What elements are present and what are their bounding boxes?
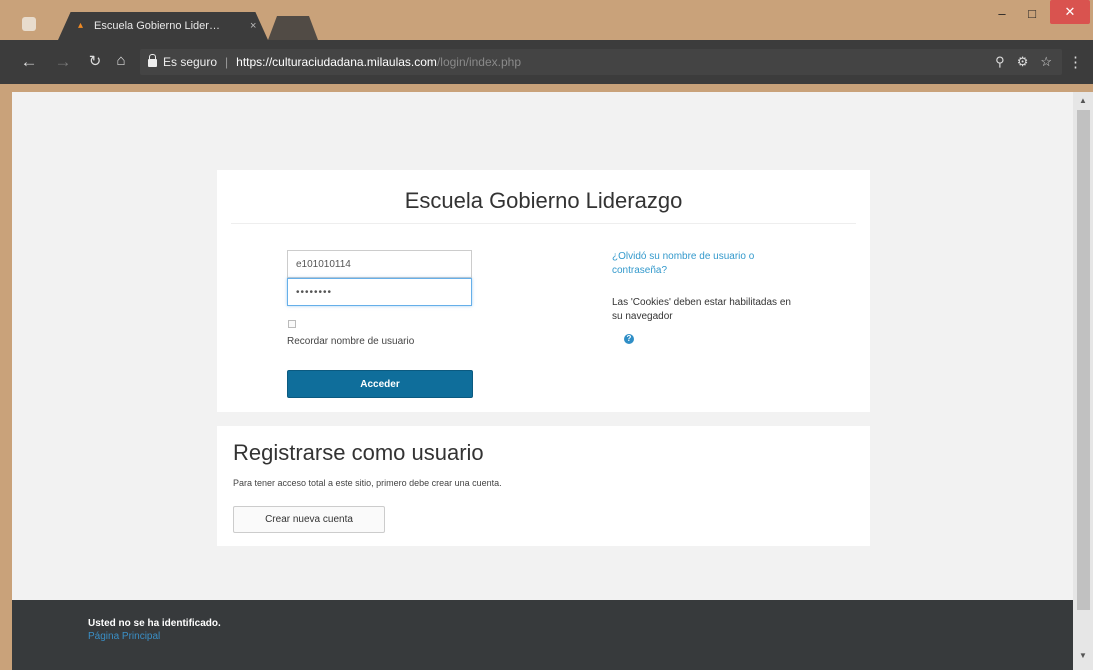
browser-tab-active[interactable]: ▴ Escuela Gobierno Lider… × (58, 12, 268, 40)
new-tab-button[interactable] (268, 16, 318, 40)
scrollbar-thumb[interactable] (1077, 110, 1090, 610)
reload-icon[interactable]: ↻ (84, 52, 106, 70)
back-icon[interactable]: ← (18, 52, 40, 72)
browser-toolbar: ← → ↻ ⌂ Es seguro | https://culturaciuda… (0, 40, 1093, 92)
menu-icon[interactable]: ⋮ (1068, 53, 1083, 71)
signup-description: Para tener acceso total a este sitio, pr… (233, 478, 502, 488)
address-bar-actions: ⚲ ⚙ ☆ (995, 54, 1052, 70)
site-title: Escuela Gobierno Liderazgo (404, 188, 683, 213)
search-icon[interactable]: ⚲ (995, 54, 1005, 70)
login-card: Escuela Gobierno Liderazgo e101010114 ••… (217, 170, 870, 412)
secure-label: Es seguro (163, 55, 218, 69)
tab-close-icon[interactable]: × (250, 20, 268, 32)
minimize-button[interactable]: – (987, 0, 1017, 26)
username-input[interactable]: e101010114 (287, 250, 472, 278)
scroll-up-arrow-icon[interactable]: ▲ (1079, 96, 1087, 105)
close-window-button[interactable]: ✕ (1050, 0, 1090, 24)
password-input[interactable]: •••••••• (287, 278, 472, 306)
lock-icon (148, 54, 157, 67)
signup-card: Registrarse como usuario Para tener acce… (217, 426, 870, 546)
divider (231, 223, 856, 224)
address-bar[interactable]: Es seguro | https://culturaciudadana.mil… (140, 49, 1062, 75)
url-path: /login/index.php (436, 55, 522, 69)
remember-username-checkbox[interactable] (288, 320, 296, 328)
browser-logo-icon (22, 17, 36, 31)
create-account-button[interactable]: Crear nueva cuenta (233, 506, 385, 533)
tab-title: Escuela Gobierno Lider… (94, 20, 220, 32)
window-titlebar: ▴ Escuela Gobierno Lider… × – □ ✕ (0, 0, 1093, 40)
help-icon[interactable]: ? (624, 334, 634, 344)
forward-icon[interactable]: → (52, 52, 74, 72)
key-icon[interactable]: ⚙ (1017, 54, 1029, 70)
maximize-button[interactable]: □ (1017, 0, 1047, 26)
cookies-notice: Las 'Cookies' deben estar habilitadas en… (612, 297, 791, 322)
vertical-scrollbar[interactable]: ▲ ▼ (1073, 92, 1093, 670)
address-separator: | (225, 55, 229, 69)
url-host: https://culturaciudadana.milaulas.com (236, 55, 437, 69)
signup-title: Registrarse como usuario (233, 440, 484, 465)
home-page-link[interactable]: Página Principal (88, 631, 160, 642)
star-icon[interactable]: ☆ (1040, 54, 1052, 70)
scroll-down-arrow-icon[interactable]: ▼ (1079, 651, 1087, 660)
remember-username-label[interactable]: Recordar nombre de usuario (287, 336, 414, 347)
login-status: Usted no se ha identificado. (88, 618, 221, 629)
home-icon[interactable]: ⌂ (110, 52, 132, 69)
login-button[interactable]: Acceder (287, 370, 473, 398)
forgot-password-link[interactable]: ¿Olvidó su nombre de usuario o contraseñ… (612, 250, 782, 278)
site-favicon-icon: ▴ (78, 20, 84, 31)
page-footer: Usted no se ha identificado. Página Prin… (12, 600, 1073, 670)
